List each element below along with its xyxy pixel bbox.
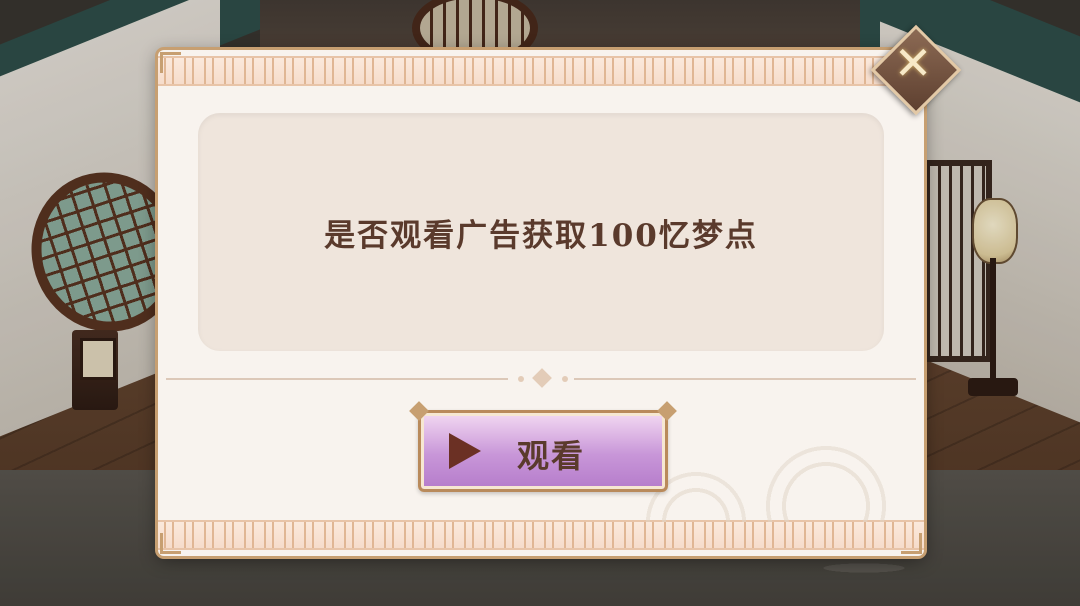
corner-ornament xyxy=(901,533,922,554)
corner-ornament xyxy=(160,533,181,554)
close-icon: ✕ xyxy=(893,36,933,90)
ad-reward-dialog: 是否观看广告获取100忆梦点 观看 xyxy=(158,50,924,556)
bottom-border-pattern xyxy=(158,520,924,550)
play-icon xyxy=(449,433,481,469)
close-button[interactable]: ✕ xyxy=(870,24,962,116)
top-border-pattern xyxy=(158,56,924,86)
corner-ornament xyxy=(160,52,181,73)
cloud-pattern-decoration xyxy=(644,362,904,522)
divider-ornament-icon xyxy=(532,368,552,388)
dialog-message: 是否观看广告获取100忆梦点 xyxy=(324,217,758,254)
watch-button-label: 观看 xyxy=(517,437,586,475)
message-panel: 是否观看广告获取100忆梦点 xyxy=(198,113,884,351)
watch-ad-button[interactable]: 观看 xyxy=(418,410,668,492)
